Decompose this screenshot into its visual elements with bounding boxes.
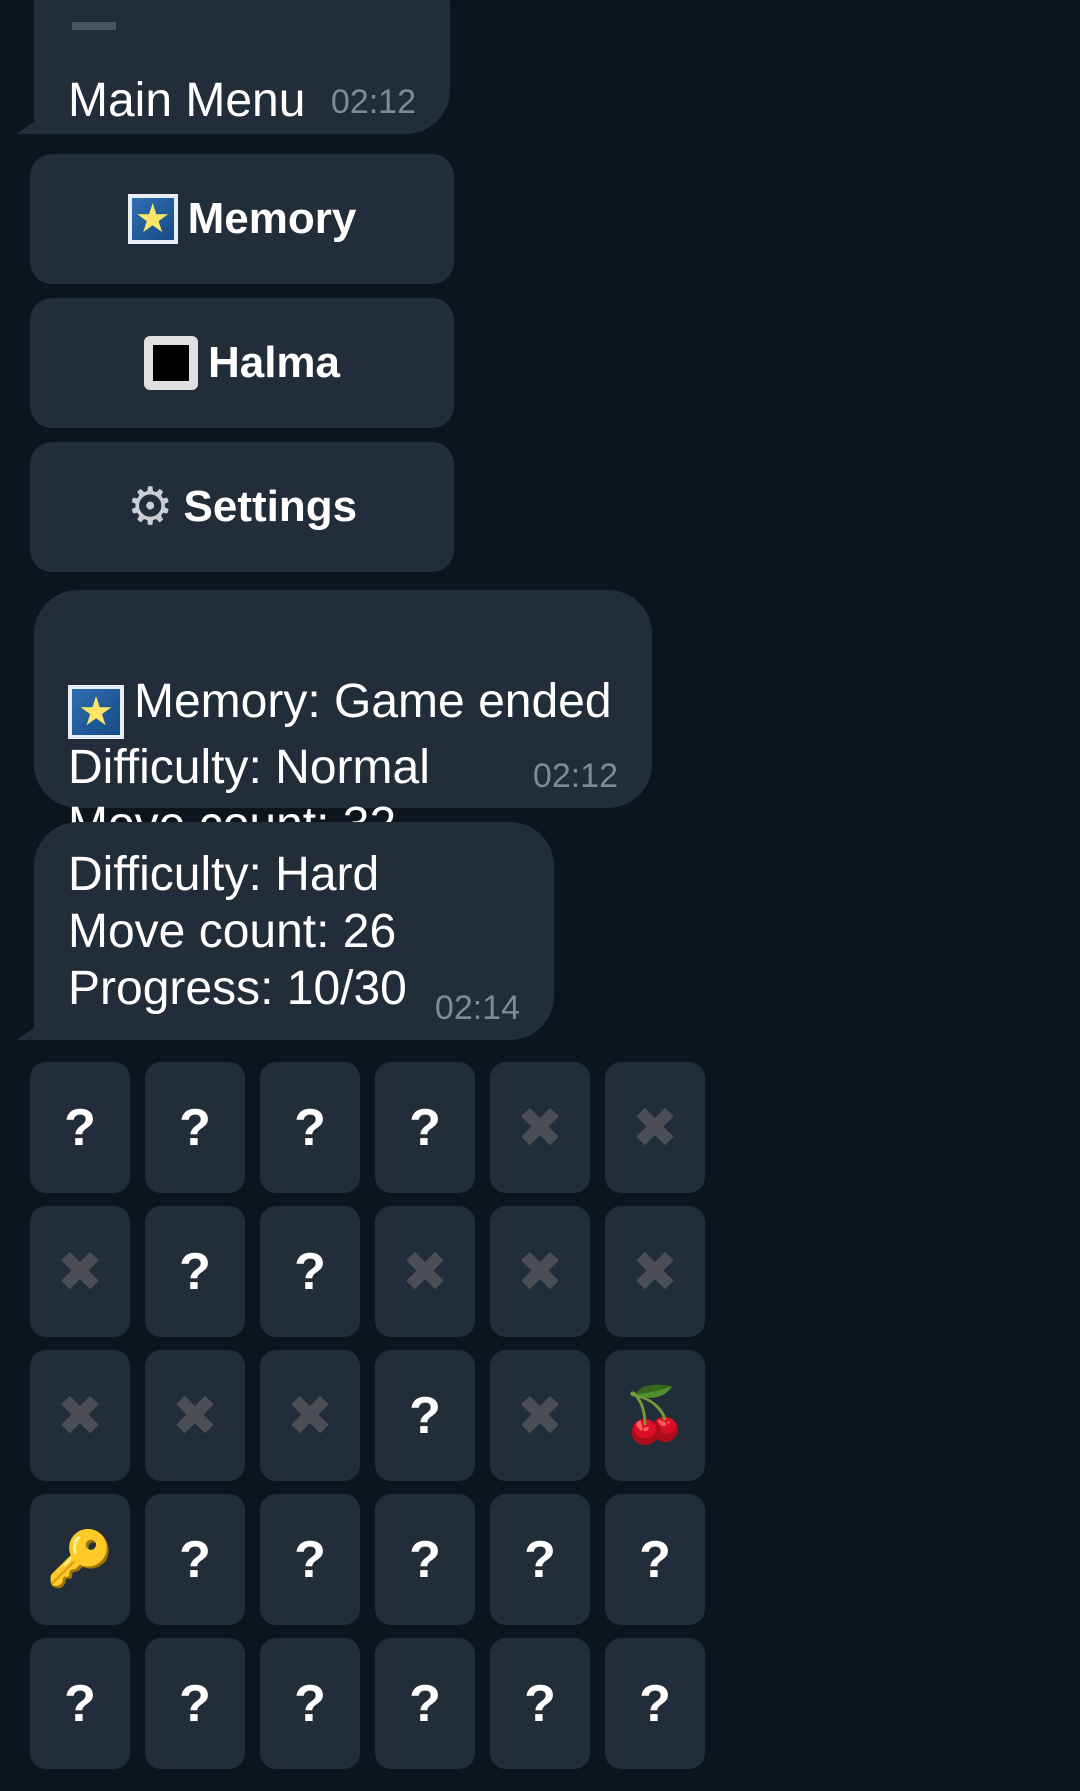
bubble-tail [16, 114, 46, 134]
card-hidden[interactable]: ? [375, 1494, 475, 1625]
card-hidden[interactable]: ? [605, 1494, 705, 1625]
card-cherries-icon[interactable]: 🍒 [605, 1350, 705, 1481]
card-matched[interactable]: ✖ [605, 1206, 705, 1337]
card-hidden[interactable]: ? [145, 1062, 245, 1193]
halma-button[interactable]: Halma [30, 298, 454, 428]
difficulty-line: Difficulty: Normal [68, 741, 430, 794]
card-hidden[interactable]: ? [490, 1494, 590, 1625]
card-matched[interactable]: ✖ [260, 1350, 360, 1481]
card-hidden[interactable]: ? [145, 1494, 245, 1625]
card-matched[interactable]: ✖ [605, 1062, 705, 1193]
message-time: 02:12 [330, 83, 416, 121]
card-hidden[interactable]: ? [30, 1638, 130, 1769]
card-hidden[interactable]: ? [260, 1062, 360, 1193]
main-menu-text: Main Menu [68, 74, 306, 127]
card-matched[interactable]: ✖ [490, 1062, 590, 1193]
settings-button-label: Settings [183, 482, 358, 531]
halma-button-label: Halma [207, 338, 341, 387]
card-matched[interactable]: ✖ [145, 1350, 245, 1481]
card-hidden[interactable]: ? [30, 1062, 130, 1193]
card-matched[interactable]: ✖ [30, 1206, 130, 1337]
star-framed-icon: ★ [68, 685, 124, 739]
difficulty-line: Difficulty: Hard [68, 848, 380, 901]
card-matched[interactable]: ✖ [490, 1350, 590, 1481]
memory-button-label: Memory [187, 194, 357, 243]
drag-handle-bar [72, 22, 116, 30]
card-matched[interactable]: ✖ [375, 1206, 475, 1337]
game-ended-message: ★Memory: Game ended Difficulty: Normal M… [34, 590, 652, 851]
game-ended-body: ★Memory: Game ended Difficulty: Normal M… [68, 616, 612, 853]
gear-icon: ⚙ [126, 478, 174, 536]
card-hidden[interactable]: ? [375, 1062, 475, 1193]
card-hidden[interactable]: ? [260, 1206, 360, 1337]
bubble-tail [16, 1020, 46, 1040]
memory-button[interactable]: ★ Memory [30, 154, 454, 284]
progress-line: Progress: 10/30 [68, 962, 407, 1015]
card-hidden[interactable]: ? [490, 1638, 590, 1769]
black-square-icon [143, 336, 198, 390]
game-status-message: Difficulty: Hard Move count: 26 Progress… [16, 822, 554, 1040]
settings-button[interactable]: ⚙ Settings [30, 442, 454, 572]
card-hidden[interactable]: ? [605, 1638, 705, 1769]
message-time: 02:14 [434, 989, 520, 1027]
star-framed-icon: ★ [127, 194, 178, 244]
card-hidden[interactable]: ? [260, 1494, 360, 1625]
card-hidden[interactable]: ? [145, 1206, 245, 1337]
card-key-icon[interactable]: 🔑 [30, 1494, 130, 1625]
card-hidden[interactable]: ? [375, 1350, 475, 1481]
main-menu-message: Main Menu 02:12 [16, 0, 450, 134]
card-hidden[interactable]: ? [260, 1638, 360, 1769]
card-hidden[interactable]: ? [375, 1638, 475, 1769]
game-status-body: Difficulty: Hard Move count: 26 Progress… [68, 846, 407, 1017]
move-count-line: Move count: 26 [68, 905, 397, 958]
card-matched[interactable]: ✖ [30, 1350, 130, 1481]
message-time: 02:12 [532, 757, 618, 795]
game-ended-line1: ★ Memory: Game ended [68, 616, 612, 739]
card-hidden[interactable]: ? [145, 1638, 245, 1769]
card-matched[interactable]: ✖ [490, 1206, 590, 1337]
